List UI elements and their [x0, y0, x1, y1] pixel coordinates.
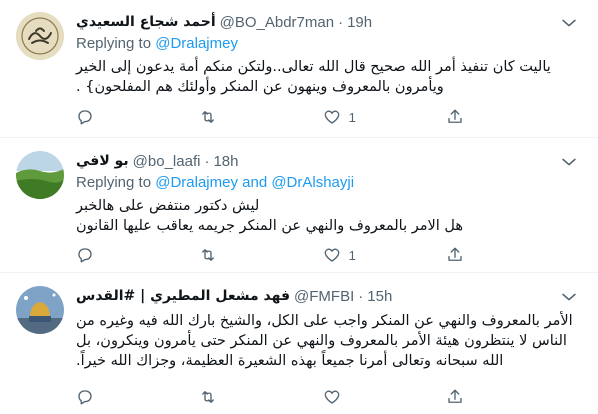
tweet[interactable]: أحمد شجاع السعيدي @BO_Abdr7man · 19h Rep…: [0, 0, 598, 138]
like-button[interactable]: [323, 387, 423, 407]
tweet-text: ليش دكتور منتفض على هالخبر هل الامر بالم…: [76, 196, 581, 236]
retweet-button[interactable]: [199, 387, 299, 407]
like-count: 1: [348, 109, 356, 125]
heart-icon: [324, 248, 340, 262]
tweet-actions: 1: [76, 245, 546, 265]
retweet-icon: [202, 111, 215, 123]
heart-icon: [324, 110, 340, 124]
separator-dot: ·: [338, 13, 344, 31]
tweet-text-line: ليش دكتور منتفض على هالخبر: [76, 198, 260, 214]
mosque-avatar-icon: [16, 286, 64, 334]
retweet-button[interactable]: [199, 245, 299, 265]
display-name[interactable]: فهد مشعل المطيري | #القدس: [76, 288, 290, 304]
user-avatar[interactable]: [16, 12, 64, 60]
user-avatar[interactable]: [16, 151, 64, 199]
calligraphy-avatar-icon: [16, 12, 64, 60]
replying-to: Replying to @Dralajmey and @DrAlshayji: [76, 174, 354, 191]
tweet[interactable]: بو لافي @bo_laafi · 18h Replying to @Dra…: [0, 139, 598, 273]
user-handle[interactable]: @bo_laafi: [133, 153, 201, 170]
retweet-icon: [202, 249, 215, 261]
reply-button[interactable]: [76, 245, 176, 265]
user-handle[interactable]: @FMFBI: [294, 288, 354, 305]
reply-button[interactable]: [76, 107, 176, 127]
share-icon: [448, 247, 462, 261]
more-options-icon[interactable]: [560, 14, 578, 32]
reply-icon: [78, 110, 92, 125]
separator-dot: ·: [204, 152, 210, 170]
timestamp[interactable]: 18h: [213, 153, 238, 170]
reply-icon: [78, 390, 92, 405]
tweet-header: أحمد شجاع السعيدي @BO_Abdr7man · 19h: [76, 12, 372, 32]
tweet-text: ياليت كان تنفيذ أمر الله صحيح قال الله ت…: [76, 59, 551, 95]
share-button[interactable]: [446, 107, 546, 127]
separator-dot: ·: [358, 287, 364, 305]
tweet-text: الأمر بالمعروف والنهي عن المنكر واجب على…: [76, 313, 573, 369]
display-name[interactable]: أحمد شجاع السعيدي: [76, 14, 216, 30]
replying-to-label: Replying to: [76, 35, 152, 52]
mention-link[interactable]: @Dralajmey: [155, 35, 238, 52]
tweet-actions: 1: [76, 107, 546, 127]
reply-icon: [78, 248, 92, 263]
replying-to: Replying to @Dralajmey: [76, 35, 238, 52]
retweet-icon: [202, 391, 215, 403]
tweet-actions: [76, 387, 546, 407]
retweet-button[interactable]: [199, 107, 299, 127]
replying-to-label: Replying to: [76, 174, 152, 191]
timestamp[interactable]: 19h: [347, 14, 372, 31]
display-name[interactable]: بو لافي: [76, 153, 129, 169]
tweet-text-line: هل الامر بالمعروف والنهي عن المنكر جريمه…: [76, 218, 464, 234]
tweet-header: فهد مشعل المطيري | #القدس @FMFBI · 15h: [76, 286, 392, 306]
heart-icon: [324, 390, 340, 404]
user-handle[interactable]: @BO_Abdr7man: [220, 14, 334, 31]
tweet-header: بو لافي @bo_laafi · 18h: [76, 151, 238, 171]
tweet[interactable]: فهد مشعل المطيري | #القدس @FMFBI · 15h ا…: [0, 274, 598, 414]
user-avatar[interactable]: [16, 286, 64, 334]
like-button[interactable]: 1: [323, 107, 423, 127]
share-icon: [448, 109, 462, 123]
more-options-icon[interactable]: [560, 288, 578, 306]
share-icon: [448, 389, 462, 403]
mention-link[interactable]: @Dralajmey and @DrAlshayji: [155, 174, 354, 191]
like-button[interactable]: 1: [323, 245, 423, 265]
timestamp[interactable]: 15h: [367, 288, 392, 305]
reply-button[interactable]: [76, 387, 176, 407]
like-count: 1: [348, 247, 356, 263]
share-button[interactable]: [446, 387, 546, 407]
landscape-avatar-icon: [16, 151, 64, 199]
more-options-icon[interactable]: [560, 153, 578, 171]
share-button[interactable]: [446, 245, 546, 265]
